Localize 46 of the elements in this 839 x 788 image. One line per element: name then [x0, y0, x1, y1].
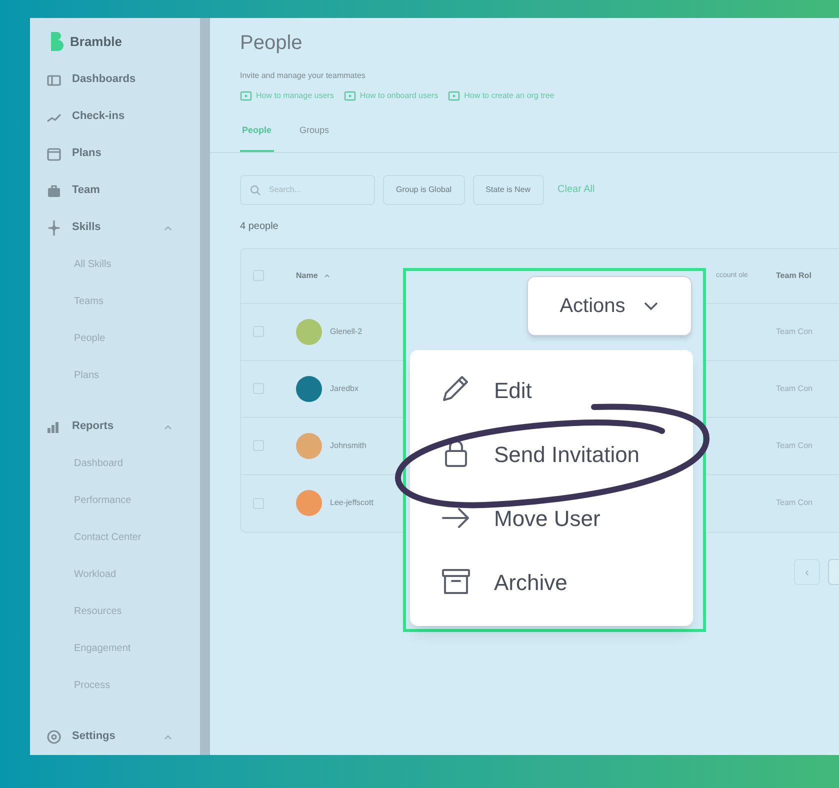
table-cell: Team Con — [776, 382, 812, 394]
nav-item[interactable]: Team — [30, 172, 200, 209]
nav-subitem[interactable]: Dashboard — [30, 445, 200, 482]
nav-subitem[interactable]: Contact Center — [30, 519, 200, 556]
nav-item[interactable]: Plans — [30, 135, 200, 172]
page-title: People — [240, 31, 304, 56]
column-header[interactable]: Name — [296, 270, 318, 282]
brand-name: Bramble — [70, 32, 122, 51]
user-name: Glenell-2 — [330, 326, 362, 338]
nav-subitem[interactable]: All Skills — [30, 246, 200, 283]
user-name: Johnsmith — [330, 440, 366, 452]
menu-item[interactable]: Send Invitation — [410, 422, 693, 486]
nav-subitem[interactable]: People — [30, 320, 200, 357]
help-link[interactable]: How to onboard users — [360, 90, 438, 102]
nav-item[interactable]: Reports — [30, 408, 200, 445]
filter-chip[interactable]: Group is Global — [383, 174, 465, 204]
nav-item[interactable]: Check-ins — [30, 98, 200, 135]
clear-all-link[interactable]: Clear All — [558, 182, 595, 197]
tab[interactable]: People — [240, 124, 274, 152]
help-link[interactable]: How to manage users — [256, 90, 334, 102]
nav-subitem[interactable]: Teams — [30, 283, 200, 320]
nav-subitem[interactable]: Resources — [30, 593, 200, 630]
previous-page-button[interactable]: ‹ — [794, 558, 820, 584]
tab[interactable]: Groups — [298, 124, 332, 152]
column-header: Team Rol — [776, 270, 812, 282]
actions-dropdown[interactable]: Actions — [527, 276, 692, 336]
help-link[interactable]: How to create an org tree — [464, 90, 554, 102]
page-subtitle: Invite and manage your teammates — [240, 70, 366, 82]
table-cell: Team Con — [776, 440, 812, 452]
nav-subitem[interactable]: Process — [30, 667, 200, 704]
table-cell: Team Con — [776, 497, 812, 509]
nav-subitem[interactable]: Performance — [30, 482, 200, 519]
nav-item[interactable]: Settings — [30, 718, 200, 755]
filter-chip[interactable]: State is New — [472, 174, 544, 204]
menu-item[interactable]: Edit — [410, 358, 693, 422]
nav-subitem[interactable]: Workload — [30, 556, 200, 593]
nav-item[interactable]: Dashboards — [30, 61, 200, 98]
nav-subitem[interactable]: Plans — [30, 357, 200, 394]
menu-item[interactable]: Move User — [410, 486, 693, 550]
people-count: 4 people — [240, 220, 280, 234]
menu-item[interactable]: Archive — [410, 550, 693, 614]
user-name: Jaredbx — [330, 382, 358, 394]
nav-subitem[interactable]: Engagement — [30, 630, 200, 667]
nav-item[interactable]: Skills — [30, 209, 200, 246]
table-cell: Team Con — [776, 326, 812, 338]
user-name: Lee-jeffscott — [330, 497, 374, 509]
